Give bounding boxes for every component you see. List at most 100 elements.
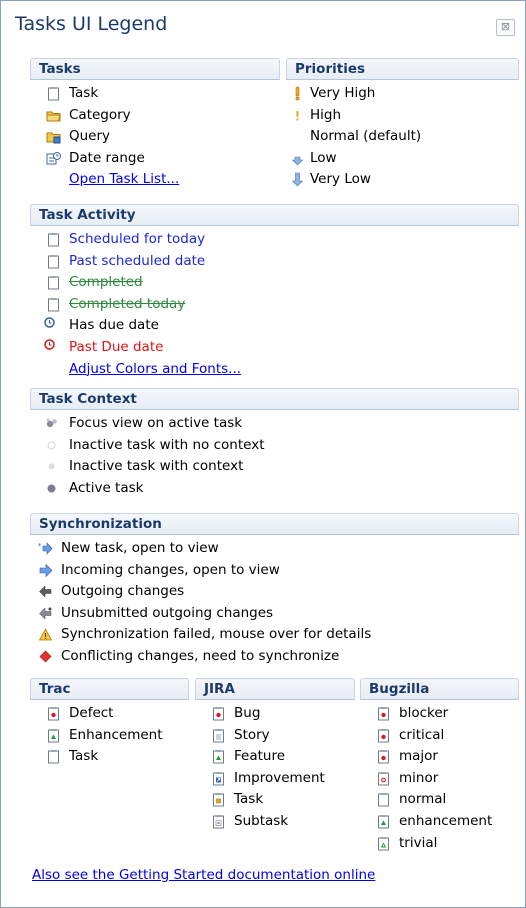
legend-item: Improvement	[195, 768, 355, 790]
legend-label: Date range	[69, 149, 145, 166]
enhancement-icon	[48, 728, 59, 743]
legend-label: Category	[69, 106, 131, 123]
title-bar: Tasks UI Legend ⊠	[1, 1, 525, 51]
task-icon	[48, 254, 59, 269]
legend-item: normal	[360, 789, 519, 811]
legend-label: Task	[69, 85, 99, 101]
legend-item: Query	[30, 126, 280, 148]
trac-header: Trac	[30, 678, 189, 700]
blocker-icon	[378, 707, 389, 721]
legend-label: Normal (default)	[310, 128, 422, 145]
synchronization-section: Synchronization * New task, open to view…	[30, 513, 519, 668]
legend-label: Task	[69, 748, 99, 765]
legend-item: Incoming changes, open to view	[30, 560, 519, 582]
adjust-colors-link[interactable]: Adjust Colors and Fonts...	[69, 359, 241, 381]
tasks-list: Task Category Query Date range Open Task…	[30, 80, 280, 191]
jira-section: JIRA Bug Story Feature Improvement Task	[195, 678, 355, 833]
legend-item: Inactive task with no context	[30, 435, 519, 457]
past-due-clock-icon	[44, 339, 55, 350]
jira-header: JIRA	[195, 678, 355, 700]
legend-item: Past scheduled date	[30, 251, 519, 273]
bugzilla-list: blocker critical major minor normal enha…	[360, 700, 519, 854]
legend-item: Active task	[30, 478, 519, 500]
legend-label: Story	[234, 726, 270, 743]
legend-item: Date range	[30, 148, 280, 170]
trivial-icon	[378, 836, 389, 851]
task-icon	[48, 297, 59, 312]
legend-item: Bug	[195, 703, 355, 725]
legend-label: Very High	[310, 85, 376, 101]
story-icon	[213, 728, 224, 743]
outgoing-changes-icon	[39, 585, 52, 598]
legend-item: * New task, open to view	[30, 538, 519, 560]
legend-item: Unsubmitted outgoing changes	[30, 603, 519, 625]
inactive-context-icon	[48, 463, 55, 470]
high-priority-icon	[296, 110, 299, 121]
legend-item: Adjust Colors and Fonts...	[30, 359, 519, 381]
legend-item: Conflicting changes, need to synchronize	[30, 646, 519, 668]
legend-item: Story	[195, 725, 355, 747]
incoming-changes-icon	[39, 563, 53, 577]
improvement-icon	[213, 771, 224, 786]
legend-label: minor	[399, 769, 439, 786]
conflict-icon	[39, 650, 52, 663]
task-context-section: Task Context Focus view on active task I…	[30, 388, 519, 499]
legend-label: Has due date	[69, 317, 159, 334]
legend-item: Past Due date	[30, 337, 519, 359]
close-button[interactable]: ⊠	[496, 19, 515, 36]
legend-label: High	[310, 106, 342, 123]
tasks-header: Tasks	[30, 58, 280, 80]
inactive-no-context-icon	[47, 441, 56, 450]
legend-item: Task	[30, 83, 280, 105]
legend-label: Completed today	[69, 295, 186, 312]
window-title: Tasks UI Legend	[15, 13, 168, 35]
legend-label: Low	[310, 149, 337, 166]
legend-item: major	[360, 746, 519, 768]
legend-item: Inactive task with context	[30, 456, 519, 478]
sync-failed-warning-icon	[38, 628, 53, 641]
priorities-list: Very High High Normal (default) Low Very…	[286, 80, 519, 191]
subtask-icon	[213, 814, 224, 829]
legend-label: New task, open to view	[61, 540, 219, 556]
legend-item: Has due date	[30, 315, 519, 337]
due-date-clock-icon	[44, 317, 55, 329]
legend-label: Subtask	[234, 812, 289, 829]
major-icon	[378, 750, 389, 764]
tasks-section: Tasks Task Category Query Date range Ope…	[30, 58, 280, 191]
legend-item: Enhancement	[30, 725, 189, 747]
synchronization-header: Synchronization	[30, 513, 519, 535]
legend-label: Conflicting changes, need to synchronize	[61, 647, 340, 664]
bug-icon	[213, 707, 224, 721]
normal-icon	[378, 793, 389, 807]
legend-item: blocker	[360, 703, 519, 725]
legend-item: Very High	[286, 83, 519, 105]
legend-item: Defect	[30, 703, 189, 725]
legend-label: Bug	[234, 705, 261, 721]
task-context-list: Focus view on active task Inactive task …	[30, 410, 519, 499]
svg-text:*: *	[38, 542, 42, 550]
feature-icon	[213, 750, 224, 764]
legend-item: Outgoing changes	[30, 581, 519, 603]
unsubmitted-changes-icon	[39, 607, 52, 620]
legend-label: blocker	[399, 705, 449, 721]
legend-label: Enhancement	[69, 726, 163, 743]
task-icon	[48, 233, 59, 247]
open-task-list-link[interactable]: Open Task List...	[69, 169, 179, 191]
legend-label: Scheduled for today	[69, 231, 206, 247]
close-icon: ⊠	[500, 20, 511, 33]
legend-item: Task	[30, 746, 189, 768]
bugzilla-section: Bugzilla blocker critical major minor no…	[360, 678, 519, 854]
defect-icon	[48, 707, 59, 721]
legend-item: Completed today	[30, 294, 519, 316]
legend-label: major	[399, 748, 438, 765]
minor-icon	[378, 771, 389, 786]
getting-started-link[interactable]: Also see the Getting Started documentati…	[32, 867, 375, 883]
legend-label: Unsubmitted outgoing changes	[61, 604, 274, 621]
new-task-icon: *	[38, 542, 53, 555]
legend-label: Improvement	[234, 769, 325, 786]
priorities-header: Priorities	[286, 58, 519, 80]
task-icon	[48, 750, 59, 764]
task-activity-list: Scheduled for today Past scheduled date …	[30, 226, 519, 380]
legend-label: Past Due date	[69, 338, 164, 355]
legend-item: Focus view on active task	[30, 413, 519, 435]
